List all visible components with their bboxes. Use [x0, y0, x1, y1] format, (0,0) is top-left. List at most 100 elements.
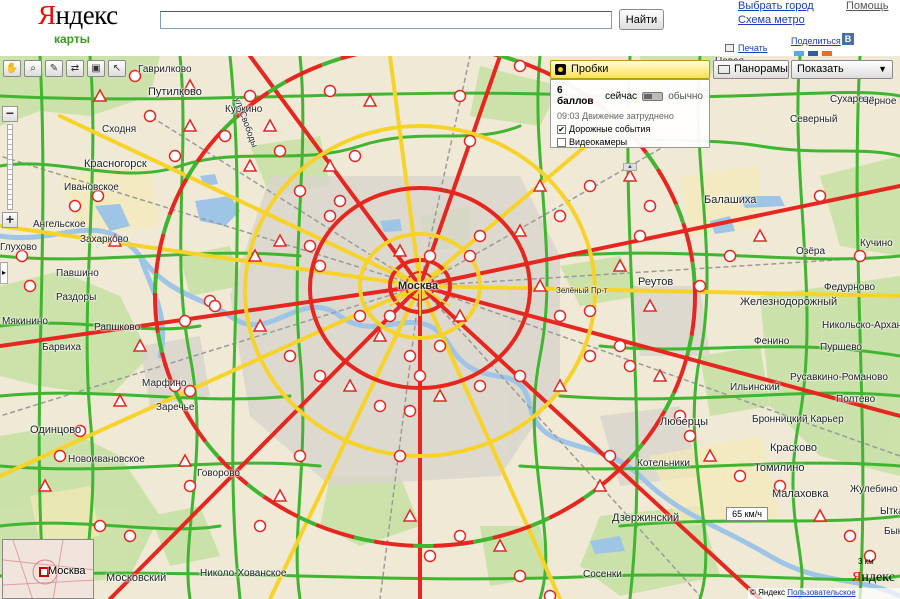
accident-icon[interactable]	[403, 404, 417, 418]
roadwork-icon[interactable]	[262, 118, 278, 132]
accident-icon[interactable]	[273, 144, 287, 158]
roadwork-icon[interactable]	[322, 158, 338, 172]
roadwork-icon[interactable]	[612, 258, 628, 272]
accident-icon[interactable]	[423, 549, 437, 563]
roadwork-icon[interactable]	[182, 118, 198, 132]
roadwork-icon[interactable]	[622, 168, 638, 182]
accident-icon[interactable]	[93, 519, 107, 533]
roadwork-icon[interactable]	[592, 478, 608, 492]
roadwork-icon[interactable]	[652, 368, 668, 382]
accident-icon[interactable]	[353, 309, 367, 323]
accident-icon[interactable]	[168, 149, 182, 163]
accident-icon[interactable]	[643, 199, 657, 213]
cameras-checkbox[interactable]	[557, 137, 566, 147]
accident-icon[interactable]	[413, 369, 427, 383]
accident-icon[interactable]	[143, 109, 157, 123]
roadwork-icon[interactable]	[642, 298, 658, 312]
roadwork-icon[interactable]	[812, 508, 828, 522]
roadwork-icon[interactable]	[372, 328, 388, 342]
cameras-option[interactable]: Видеокамеры	[557, 137, 703, 147]
road-events-option[interactable]: ✔ Дорожные события	[557, 124, 703, 134]
accident-icon[interactable]	[453, 529, 467, 543]
accident-icon[interactable]	[208, 299, 222, 313]
accident-icon[interactable]	[473, 379, 487, 393]
search-input[interactable]	[160, 11, 612, 29]
accident-icon[interactable]	[513, 59, 527, 73]
zoom-out-button[interactable]: −	[2, 106, 18, 122]
help-link[interactable]: Помощь	[846, 0, 889, 12]
share-link[interactable]: Поделиться	[791, 36, 841, 46]
ruler-icon[interactable]: ✎	[45, 60, 63, 77]
accident-icon[interactable]	[23, 279, 37, 293]
roadwork-icon[interactable]	[177, 453, 193, 467]
minimap[interactable]: Москва	[2, 539, 94, 599]
accident-icon[interactable]	[723, 249, 737, 263]
accident-icon[interactable]	[583, 349, 597, 363]
accident-icon[interactable]	[553, 309, 567, 323]
search-button[interactable]: Найти	[619, 9, 664, 30]
yandex-logo[interactable]: Яндекс	[38, 2, 118, 29]
accident-icon[interactable]	[473, 229, 487, 243]
zoom-in-button[interactable]: +	[2, 212, 18, 228]
accident-icon[interactable]	[853, 249, 867, 263]
roadwork-icon[interactable]	[272, 488, 288, 502]
accident-icon[interactable]	[348, 149, 362, 163]
accident-icon[interactable]	[433, 339, 447, 353]
accident-icon[interactable]	[463, 249, 477, 263]
accident-icon[interactable]	[253, 519, 267, 533]
show-dropdown[interactable]: Показать ▼	[791, 60, 893, 79]
hand-icon[interactable]: ✋	[3, 60, 21, 77]
roadwork-icon[interactable]	[112, 393, 128, 407]
layers-icon[interactable]: ▣	[87, 60, 105, 77]
choose-city-link[interactable]: Выбрать город	[738, 0, 814, 12]
accident-icon[interactable]	[513, 369, 527, 383]
accident-icon[interactable]	[603, 449, 617, 463]
accident-icon[interactable]	[633, 229, 647, 243]
accident-icon[interactable]	[283, 349, 297, 363]
accident-icon[interactable]	[843, 529, 857, 543]
roadwork-icon[interactable]	[272, 233, 288, 247]
road-events-checkbox[interactable]: ✔	[557, 124, 566, 134]
accident-icon[interactable]	[323, 84, 337, 98]
accident-icon[interactable]	[393, 449, 407, 463]
print-link[interactable]: Печать	[738, 43, 767, 53]
accident-icon[interactable]	[293, 449, 307, 463]
traffic-button[interactable]: Пробки	[550, 60, 710, 79]
magnifier-icon[interactable]: ⌕	[24, 60, 42, 77]
roadwork-icon[interactable]	[452, 308, 468, 322]
accident-icon[interactable]	[313, 369, 327, 383]
cursor-icon[interactable]: ↖	[108, 60, 126, 77]
roadwork-icon[interactable]	[402, 508, 418, 522]
roadwork-icon[interactable]	[92, 88, 108, 102]
accident-icon[interactable]	[583, 304, 597, 318]
accident-icon[interactable]	[683, 429, 697, 443]
roadwork-icon[interactable]	[752, 228, 768, 242]
accident-icon[interactable]	[323, 209, 337, 223]
accident-icon[interactable]	[303, 239, 317, 253]
traffic-normal-label[interactable]: обычно	[668, 91, 703, 102]
accident-icon[interactable]	[123, 529, 137, 543]
expand-left-icon[interactable]: ▸	[0, 262, 8, 284]
roadwork-icon[interactable]	[702, 448, 718, 462]
accident-icon[interactable]	[313, 259, 327, 273]
accident-icon[interactable]	[553, 209, 567, 223]
route-icon[interactable]: ⇄	[66, 60, 84, 77]
roadwork-icon[interactable]	[532, 278, 548, 292]
accident-icon[interactable]	[513, 569, 527, 583]
accident-icon[interactable]	[218, 129, 232, 143]
accident-icon[interactable]	[583, 179, 597, 193]
accident-icon[interactable]	[243, 89, 257, 103]
accident-icon[interactable]	[733, 469, 747, 483]
accident-icon[interactable]	[453, 89, 467, 103]
roadwork-icon[interactable]	[252, 318, 268, 332]
accident-icon[interactable]	[178, 314, 192, 328]
accident-icon[interactable]	[333, 194, 347, 208]
printer-icon[interactable]	[725, 44, 734, 52]
roadwork-icon[interactable]	[532, 178, 548, 192]
accident-icon[interactable]	[403, 349, 417, 363]
roadwork-icon[interactable]	[132, 338, 148, 352]
accident-icon[interactable]	[613, 339, 627, 353]
accident-icon[interactable]	[463, 134, 477, 148]
map-area[interactable]: Гаврилково Путилково Сходня Куркино Нова…	[0, 56, 900, 599]
roadwork-icon[interactable]	[512, 223, 528, 237]
